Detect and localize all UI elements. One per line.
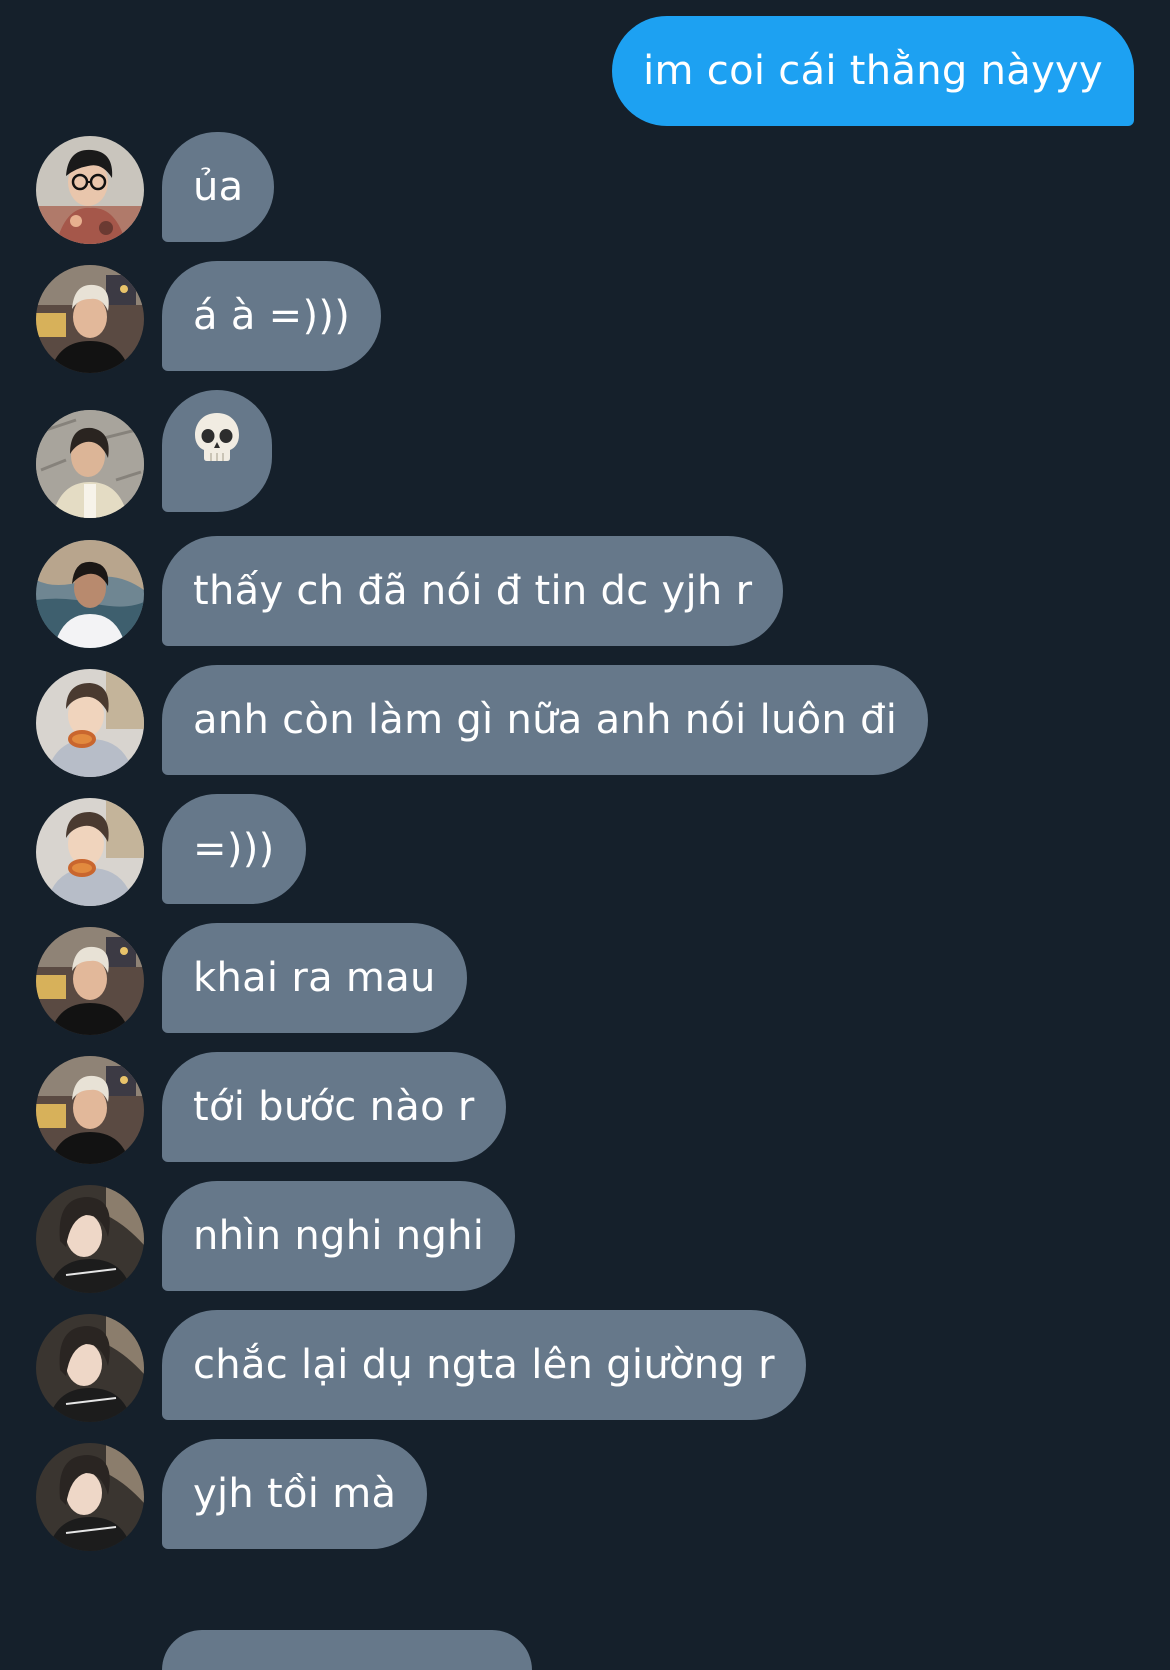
avatar[interactable] — [36, 1185, 144, 1293]
incoming-message-bubble[interactable]: =))) — [162, 794, 306, 904]
incoming-message-bubble[interactable]: thấy ch đã nói đ tin dc yjh r — [162, 536, 784, 646]
incoming-message-bubble[interactable]: chắc lại dụ ngta lên giường r — [162, 1310, 806, 1420]
incoming-message-bubble[interactable]: anh còn làm gì nữa anh nói luôn đi — [162, 665, 929, 775]
incoming-message-bubble[interactable]: tới bước nào r — [162, 1052, 506, 1162]
message-thread[interactable]: im coi cái thằng nàyyy ủa á à =))) thấy … — [0, 0, 1170, 1670]
incoming-message-bubble[interactable]: ủa — [162, 132, 275, 242]
avatar[interactable] — [36, 265, 144, 373]
skull-icon — [193, 389, 241, 511]
avatar[interactable] — [36, 136, 144, 244]
avatar[interactable] — [36, 669, 144, 777]
avatar[interactable] — [36, 798, 144, 906]
avatar[interactable] — [36, 540, 144, 648]
incoming-message-bubble[interactable]: nhìn nghi nghi — [162, 1181, 516, 1291]
outgoing-message-bubble[interactable]: im coi cái thằng nàyyy — [612, 16, 1134, 126]
incoming-message-bubble[interactable]: yjh tồi mà — [162, 1439, 428, 1549]
avatar[interactable] — [36, 410, 144, 518]
avatar[interactable] — [36, 1056, 144, 1164]
avatar[interactable] — [36, 1443, 144, 1551]
message-row-outgoing: im coi cái thằng nàyyy — [612, 16, 1134, 126]
incoming-message-bubble[interactable]: á à =))) — [162, 261, 382, 371]
avatar[interactable] — [36, 927, 144, 1035]
partially-visible-message-bubble[interactable] — [162, 1630, 532, 1670]
incoming-message-bubble[interactable] — [162, 390, 272, 512]
avatar[interactable] — [36, 1314, 144, 1422]
incoming-message-bubble[interactable]: khai ra mau — [162, 923, 467, 1033]
